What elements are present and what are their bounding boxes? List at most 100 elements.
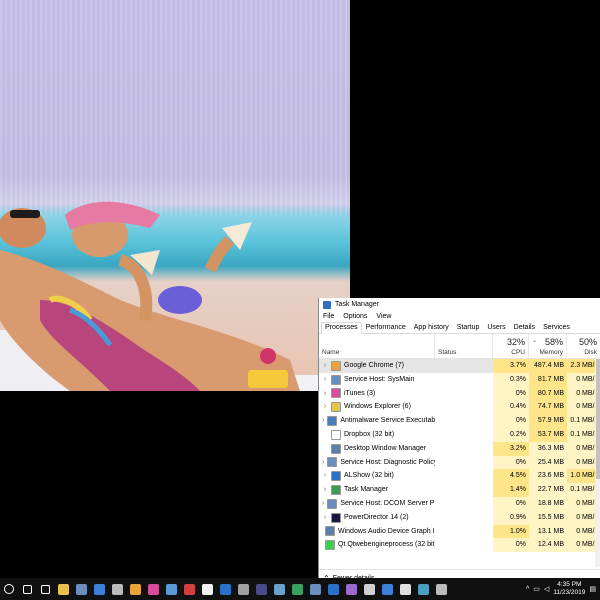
- chevron-right-icon[interactable]: ›: [322, 469, 328, 483]
- table-row[interactable]: › Service Host: Diagnostic Policy ... 0% 25…: [319, 455, 600, 470]
- process-status: [435, 483, 493, 497]
- table-row[interactable]: › Antimalware Service Executable 0% 57.9 MB…: [319, 414, 600, 428]
- chevron-right-icon[interactable]: ›: [322, 414, 324, 428]
- menu-options[interactable]: Options: [343, 313, 367, 320]
- app-icon[interactable]: [270, 578, 288, 600]
- app-icon[interactable]: [324, 578, 342, 600]
- table-row[interactable]: › iTunes (3) 0% 80.7 MB 0 MB/s: [319, 386, 600, 401]
- file-explorer-icon-glyph: [57, 583, 69, 595]
- chevron-up-icon[interactable]: ^: [526, 586, 529, 593]
- app-icon-glyph: [201, 583, 213, 595]
- task-manager-window[interactable]: Task Manager File Options View Processes…: [318, 298, 600, 586]
- chevron-right-icon[interactable]: ›: [322, 456, 324, 470]
- process-memory: 81.7 MB: [529, 372, 567, 387]
- settings-icon[interactable]: [108, 578, 126, 600]
- tab-performance[interactable]: Performance: [362, 322, 410, 333]
- process-cpu: 1.4%: [493, 483, 529, 497]
- tab-app-history[interactable]: App history: [410, 322, 453, 333]
- chevron-right-icon[interactable]: ›: [322, 497, 324, 511]
- table-row[interactable]: › Windows Explorer (6) 0.4% 74.7 MB 0 MB/s: [319, 400, 600, 415]
- column-disk[interactable]: 50% Disk: [567, 334, 600, 358]
- store-icon[interactable]: [72, 578, 90, 600]
- tab-users[interactable]: Users: [483, 322, 509, 333]
- tab-processes[interactable]: Processes: [321, 322, 362, 334]
- process-cpu: 0%: [493, 538, 529, 553]
- app-icon[interactable]: [252, 578, 270, 600]
- process-cpu: 0.2%: [493, 427, 529, 442]
- process-name-cell: › Windows Explorer (6): [319, 400, 435, 414]
- app-icon[interactable]: [432, 578, 450, 600]
- table-row[interactable]: Desktop Window Manager 3.2% 36.3 MB 0 MB/s: [319, 441, 600, 456]
- taskview-icon[interactable]: [36, 578, 54, 600]
- column-status[interactable]: Status: [435, 334, 493, 358]
- itunes-icon: [331, 388, 341, 399]
- app-icon[interactable]: [180, 578, 198, 600]
- title-bar[interactable]: Task Manager: [319, 298, 600, 311]
- alshow-icon: [331, 471, 341, 482]
- app-icon[interactable]: [306, 578, 324, 600]
- taskbar: ^ ▭ ◁ 4:35 PM 11/23/2019 ▤: [0, 578, 600, 600]
- table-row[interactable]: › ALShow (32 bit) 4.5% 23.6 MB 1.0 MB/s: [319, 469, 600, 484]
- menu-view[interactable]: View: [376, 313, 391, 320]
- app-icon[interactable]: [396, 578, 414, 600]
- app-icon[interactable]: [414, 578, 432, 600]
- app-icon[interactable]: [378, 578, 396, 600]
- column-name-label: Name: [322, 349, 340, 356]
- camera-icon[interactable]: [162, 578, 180, 600]
- search-icon[interactable]: [18, 578, 36, 600]
- notifications-icon[interactable]: ▤: [589, 585, 596, 593]
- network-icon[interactable]: ▭: [533, 585, 540, 593]
- table-row[interactable]: › Service Host: SysMain 0.3% 81.7 MB 0 MB/s: [319, 372, 600, 387]
- app-icon[interactable]: [360, 578, 378, 600]
- process-cpu: 1.0%: [493, 524, 529, 539]
- chrome-icon-glyph: [129, 583, 141, 595]
- process-name: Service Host: SysMain: [344, 375, 415, 383]
- process-memory: 74.7 MB: [529, 400, 567, 415]
- scrollbar[interactable]: [595, 357, 600, 567]
- table-row[interactable]: Qt Qtwebengineprocess (32 bit) 0% 12.4 MB 0…: [319, 538, 600, 553]
- clock[interactable]: 4:35 PM 11/23/2019: [553, 581, 585, 597]
- process-memory: 15.5 MB: [529, 510, 567, 525]
- process-name-cell: Qt Qtwebengineprocess (32 bit): [319, 538, 435, 552]
- column-memory[interactable]: ⌄ 58% Memory: [529, 334, 567, 358]
- file-explorer-icon[interactable]: [54, 578, 72, 600]
- tab-details[interactable]: Details: [510, 322, 539, 333]
- process-status: [435, 525, 493, 539]
- tab-services[interactable]: Services: [539, 322, 574, 333]
- table-row[interactable]: Dropbox (32 bit) 0.2% 53.7 MB 0.1 MB/s: [319, 427, 600, 442]
- process-name-cell: › iTunes (3): [319, 387, 435, 401]
- process-memory: 53.7 MB: [529, 427, 567, 442]
- chevron-right-icon[interactable]: ›: [322, 373, 328, 387]
- volume-icon[interactable]: ◁: [544, 585, 549, 593]
- app-icon-glyph: [255, 583, 267, 595]
- app-icon[interactable]: [216, 578, 234, 600]
- table-row[interactable]: › PowerDirector 14 (2) 0.9% 15.5 MB 0 MB/s: [319, 510, 600, 525]
- table-row[interactable]: › Google Chrome (7) 3.7% 487.4 MB 2.3 MB/s: [319, 359, 600, 373]
- start-icon[interactable]: [0, 578, 18, 600]
- tab-startup[interactable]: Startup: [453, 322, 484, 333]
- process-name: Service Host: Diagnostic Policy ...: [340, 458, 435, 466]
- window-icon: [325, 526, 335, 537]
- dropbox-icon[interactable]: [90, 578, 108, 600]
- table-row[interactable]: › Service Host: DCOM Server Proc... 0%18.8…: [319, 496, 600, 511]
- column-header-row: Name Status 32% CPU ⌄ 58% Memory 50% Dis…: [319, 334, 600, 359]
- chrome-icon[interactable]: [126, 578, 144, 600]
- table-row[interactable]: Windows Audio Device Graph Is... 1.0% 13.1…: [319, 524, 600, 539]
- chevron-right-icon[interactable]: ›: [322, 400, 328, 414]
- itunes-icon[interactable]: [144, 578, 162, 600]
- app-icon[interactable]: [234, 578, 252, 600]
- scrollbar-thumb[interactable]: [596, 359, 600, 479]
- chevron-right-icon[interactable]: ›: [322, 511, 328, 525]
- menu-file[interactable]: File: [323, 313, 334, 320]
- app-icon[interactable]: [288, 578, 306, 600]
- chevron-right-icon[interactable]: ›: [322, 483, 328, 497]
- app-icon[interactable]: [198, 578, 216, 600]
- process-name: Windows Audio Device Graph Is...: [338, 527, 435, 535]
- process-status: [435, 538, 493, 552]
- table-row[interactable]: › Task Manager 1.4% 22.7 MB 0.1 MB/s: [319, 483, 600, 497]
- app-icon[interactable]: [342, 578, 360, 600]
- chevron-right-icon[interactable]: ›: [322, 387, 328, 401]
- column-cpu[interactable]: 32% CPU: [493, 334, 529, 358]
- column-name[interactable]: Name: [319, 334, 435, 358]
- chevron-right-icon[interactable]: ›: [322, 359, 328, 373]
